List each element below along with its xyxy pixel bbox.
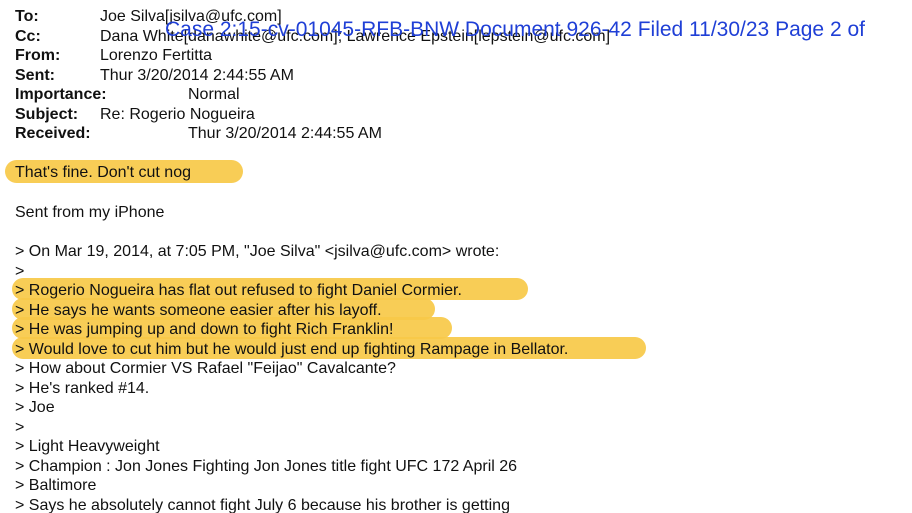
quoted-line: > How about Cormier VS Rafael "Feijao" C… <box>15 360 396 377</box>
quoted-line: > Light Heavyweight <box>15 438 160 455</box>
quoted-line: > Says he absolutely cannot fight July 6… <box>15 497 510 513</box>
quoted-line: > Joe <box>15 399 55 416</box>
quoted-line: > He says he wants someone easier after … <box>15 302 382 319</box>
importance-value: Normal <box>188 86 240 103</box>
from-value: Lorenzo Fertitta <box>100 47 213 64</box>
quoted-line: > Baltimore <box>15 477 97 494</box>
reply-text: That's fine. Don't cut nog <box>15 164 191 181</box>
to-label: To: <box>15 8 39 25</box>
subject-value: Re: Rogerio Nogueira <box>100 106 255 123</box>
received-value: Thur 3/20/2014 2:44:55 AM <box>188 125 382 142</box>
quoted-line: > Would love to cut him but he would jus… <box>15 341 569 358</box>
quoted-line: > Rogerio Nogueira has flat out refused … <box>15 282 462 299</box>
quoted-line: > He was jumping up and down to fight Ri… <box>15 321 394 338</box>
from-label: From: <box>15 47 61 64</box>
quoted-line: > <box>15 419 25 436</box>
signature-text: Sent from my iPhone <box>15 204 165 221</box>
importance-label: Importance: <box>15 86 107 103</box>
received-label: Received: <box>15 125 91 142</box>
court-filing-stamp: Case 2:15-cv-01045-RFB-BNW Document 926-… <box>165 18 865 41</box>
quoted-line: > Champion : Jon Jones Fighting Jon Jone… <box>15 458 518 475</box>
cc-label: Cc: <box>15 28 41 45</box>
sent-label: Sent: <box>15 67 55 84</box>
sent-value: Thur 3/20/2014 2:44:55 AM <box>100 67 294 84</box>
quoted-line: > He's ranked #14. <box>15 380 150 397</box>
quoted-line: > <box>15 263 25 280</box>
quoted-line: > On Mar 19, 2014, at 7:05 PM, "Joe Silv… <box>15 243 500 260</box>
subject-label: Subject: <box>15 106 79 123</box>
